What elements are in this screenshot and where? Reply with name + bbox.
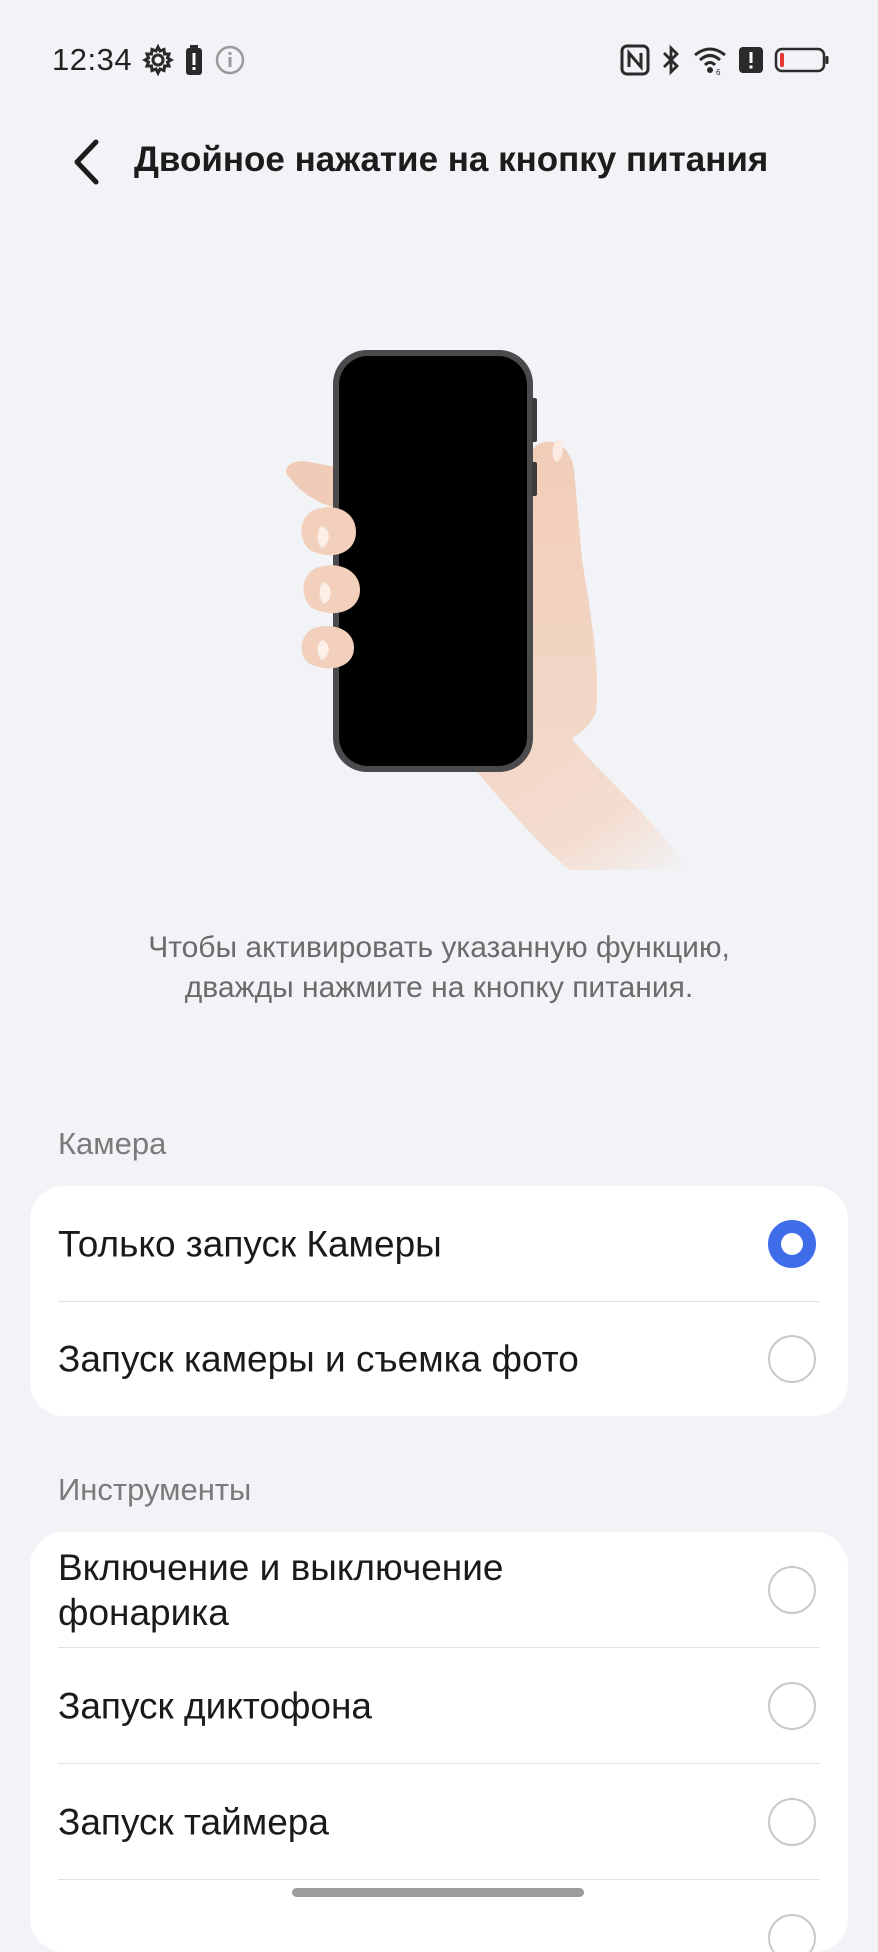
header: Двойное нажатие на кнопку питания	[0, 118, 878, 208]
status-bar-right: 6	[610, 38, 830, 82]
radio-button-selected[interactable]	[768, 1220, 816, 1268]
option-flashlight[interactable]: Включение и выключение фонарика	[30, 1532, 848, 1648]
alert-icon	[738, 44, 764, 76]
radio-button[interactable]	[768, 1566, 816, 1614]
battery-alert-icon	[184, 44, 204, 76]
option-label: Включение и выключение фонарика	[58, 1545, 503, 1635]
svg-text:6: 6	[716, 68, 721, 76]
bluetooth-icon	[660, 44, 682, 76]
radio-button[interactable]	[768, 1798, 816, 1846]
radio-button[interactable]	[768, 1682, 816, 1730]
description-text: Чтобы активировать указанную функцию, дв…	[60, 928, 818, 1008]
option-timer[interactable]: Запуск таймера	[30, 1764, 848, 1880]
option-label-line-1: Включение и выключение	[58, 1547, 504, 1588]
wifi-icon: 6	[692, 44, 728, 76]
option-label: Запуск камеры и съемка фото	[58, 1338, 579, 1380]
status-bar: 12:34 6	[0, 0, 878, 118]
back-button[interactable]	[56, 134, 116, 194]
description-line-2: дважды нажмите на кнопку питания.	[184, 971, 694, 1004]
section-label-camera: Камера	[58, 1126, 167, 1161]
option-label: Только запуск Камеры	[58, 1223, 442, 1265]
status-bar-left: 12:34	[52, 38, 246, 82]
option-label-line-2: фонарика	[58, 1592, 229, 1633]
option-label: Запуск таймера	[58, 1801, 329, 1843]
chevron-left-icon	[69, 137, 103, 192]
description-line-1: Чтобы активировать указанную функцию,	[148, 931, 730, 964]
nfc-icon	[620, 44, 650, 76]
option-camera-and-photo[interactable]: Запуск камеры и съемка фото	[30, 1302, 848, 1416]
option-camera-only[interactable]: Только запуск Камеры	[30, 1186, 848, 1302]
status-time: 12:34	[52, 42, 133, 77]
hand-holding-phone-illustration	[270, 330, 710, 890]
page-title: Двойное нажатие на кнопку питания	[134, 140, 769, 179]
gear-icon	[142, 44, 175, 76]
option-label: Запуск диктофона	[58, 1685, 373, 1727]
section-label-tools: Инструменты	[58, 1472, 252, 1507]
radio-button[interactable]	[768, 1335, 816, 1383]
battery-icon	[774, 44, 830, 76]
camera-options-card: Только запуск Камеры Запуск камеры и съе…	[30, 1186, 848, 1416]
home-indicator[interactable]	[292, 1888, 584, 1897]
info-icon	[214, 44, 246, 76]
option-voice-recorder[interactable]: Запуск диктофона	[30, 1648, 848, 1764]
